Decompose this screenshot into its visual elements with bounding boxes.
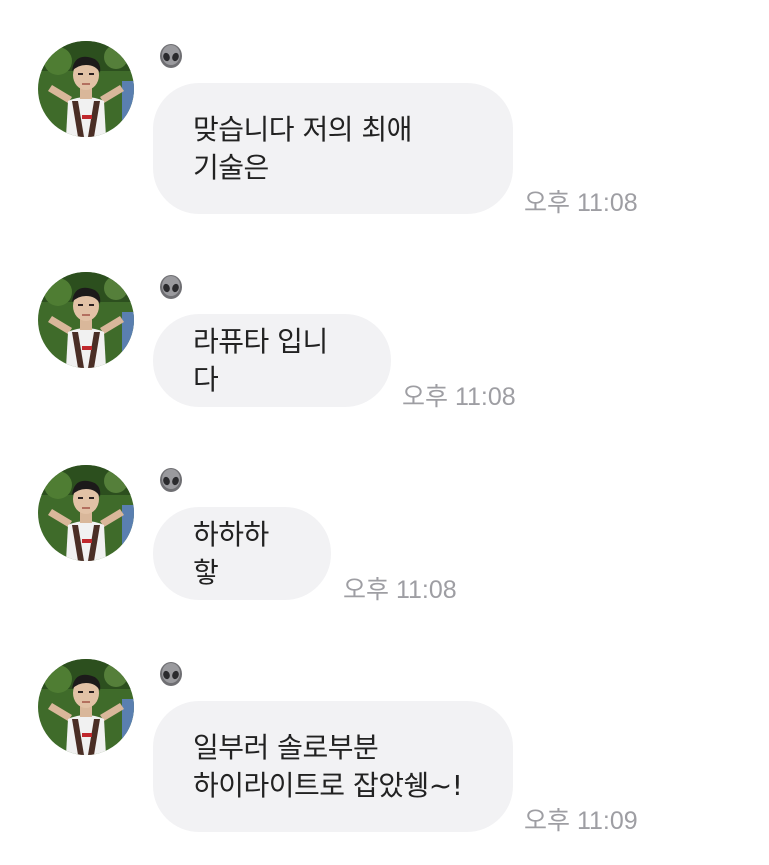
message-bubble[interactable]: 하하하핳 — [153, 507, 331, 600]
message-timestamp: 오후 11:08 — [402, 383, 516, 411]
message-bubble[interactable]: 라퓨타 입니다 — [153, 314, 391, 407]
profile-photo-icon — [38, 41, 134, 137]
avatar[interactable] — [38, 465, 134, 561]
message-bubble[interactable]: 일부러 솔로부분 하이라이트로 잡았쉥~! — [153, 701, 513, 832]
profile-photo-icon — [38, 272, 134, 368]
message-text: 맞습니다 저의 최애 기술은 — [193, 112, 412, 184]
profile-photo-icon — [38, 659, 134, 755]
alien-icon — [158, 660, 184, 690]
avatar[interactable] — [38, 272, 134, 368]
message-timestamp: 오후 11:09 — [524, 807, 638, 835]
alien-icon — [158, 273, 184, 303]
avatar[interactable] — [38, 659, 134, 755]
message-text: 일부러 솔로부분 하이라이트로 잡았쉥~! — [193, 730, 463, 802]
alien-icon — [158, 42, 184, 72]
message-bubble[interactable]: 맞습니다 저의 최애 기술은 — [153, 83, 513, 214]
message-timestamp: 오후 11:08 — [343, 576, 457, 604]
profile-photo-icon — [38, 465, 134, 561]
message-text: 라퓨타 입니다 — [193, 324, 328, 396]
avatar[interactable] — [38, 41, 134, 137]
alien-icon — [158, 466, 184, 496]
message-timestamp: 오후 11:08 — [524, 189, 638, 217]
chat-thread: 맞습니다 저의 최애 기술은 오후 11:08 라퓨타 입니다 오후 11:08… — [0, 0, 769, 865]
message-text: 하하하핳 — [193, 517, 269, 589]
